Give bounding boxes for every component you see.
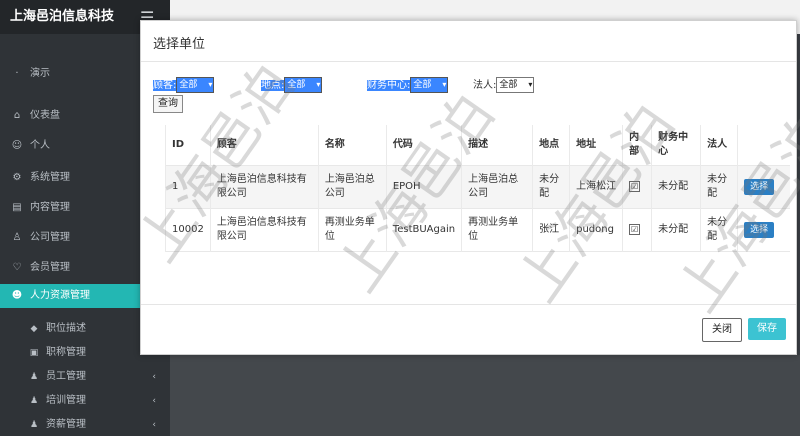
title-icon: ▣ (29, 348, 39, 358)
sidebar-subitem-employee[interactable]: ♟ 员工管理 ‹ (0, 366, 170, 388)
diamond-icon: ◆ (30, 324, 38, 334)
table-row: 1 上海邑泊信息科技有限公司 上海邑泊总公司 EPOH 上海邑泊总公司 未分配 … (165, 165, 791, 209)
chevron-left-icon: ‹ (152, 420, 156, 430)
col-legal: 法人 (700, 125, 738, 166)
salary-icon: ♟ (29, 420, 39, 430)
legal-select[interactable]: 全部 ▾ (496, 77, 535, 93)
cell-name: 再测业务单位 (317, 208, 387, 252)
table-row: 10002 上海邑泊信息科技有限公司 再测业务单位 TestBUAgain 再测… (165, 208, 791, 252)
gear-icon: ⚙ (12, 172, 22, 183)
customer-filter-label: 顾客: (153, 80, 177, 91)
cell-legal: 未分配 (700, 208, 738, 252)
col-customer: 顾客 (209, 125, 319, 166)
employee-icon: ♟ (29, 372, 39, 382)
query-button[interactable]: 查询 (153, 95, 183, 113)
choose-button[interactable]: 选择 (744, 179, 775, 195)
home-icon: ⌂ (13, 110, 21, 121)
choose-button[interactable]: 选择 (744, 222, 775, 238)
col-id: ID (165, 125, 211, 166)
legal-filter: 法人: 全部 ▾ (473, 76, 535, 93)
location-filter-label: 地点: (261, 80, 285, 91)
col-location: 地点 (532, 125, 570, 166)
internal-checkbox[interactable]: ☑ (629, 181, 641, 192)
content-backdrop (170, 355, 800, 436)
sidebar-subitem-training[interactable]: ♟ 培训管理 ‹ (0, 390, 170, 412)
col-finance: 财务中心 (651, 125, 701, 166)
cell-code: EPOH (385, 165, 462, 209)
col-internal: 内部 (622, 125, 652, 166)
cell-desc: 上海邑泊总公司 (461, 165, 533, 209)
chevron-down-icon: ▾ (442, 80, 447, 89)
doc-icon: ▤ (12, 202, 22, 213)
sidebar-subitem-salary[interactable]: ♟ 资薪管理 ‹ (0, 414, 170, 436)
dot-icon: · (15, 68, 19, 79)
chevron-left-icon: ‹ (152, 372, 156, 382)
col-desc: 描述 (461, 125, 533, 166)
finance-filter: 财务中心: 全部 ▾ (367, 76, 449, 93)
cell-customer: 上海邑泊信息科技有限公司 (209, 165, 319, 209)
cell-customer: 上海邑泊信息科技有限公司 (209, 208, 319, 252)
cell-finance: 未分配 (651, 208, 701, 252)
cell-address: pudong (569, 208, 623, 252)
cell-name: 上海邑泊总公司 (317, 165, 387, 209)
cell-location: 未分配 (532, 165, 570, 209)
legal-filter-label: 法人: (473, 80, 497, 91)
finance-filter-label: 财务中心: (367, 80, 411, 91)
finance-select[interactable]: 全部 ▾ (410, 77, 449, 93)
cell-action: 选择 (737, 165, 791, 209)
col-action (737, 125, 791, 166)
chevron-left-icon: ‹ (152, 396, 156, 406)
modal-title: 选择单位 (153, 37, 206, 52)
training-icon: ♟ (29, 396, 39, 406)
people-icon: ☻ (11, 290, 23, 301)
member-icon: ♡ (12, 262, 22, 273)
customer-filter: 顾客: 全部 ▾ (153, 76, 215, 93)
cell-finance: 未分配 (651, 165, 701, 209)
save-button[interactable]: 保存 (748, 318, 786, 340)
cell-internal: ☑ (622, 165, 652, 209)
select-unit-modal: 选择单位 顾客: 全部 ▾ 地点: 全部 ▾ 财务中心: 全部 ▾ 法人: 全部 ▾ 查询 ID… (140, 20, 797, 355)
table-header-row: ID 顾客 名称 代码 描述 地点 地址 内部 财务中心 法人 (165, 125, 791, 166)
col-address: 地址 (569, 125, 623, 166)
internal-checkbox[interactable]: ☑ (629, 224, 641, 235)
cell-address: 上海松江 (569, 165, 623, 209)
cell-code: TestBUAgain (385, 208, 462, 252)
user-icon: ☺ (11, 140, 23, 151)
cell-action: 选择 (737, 208, 791, 252)
cell-id: 1 (165, 165, 211, 209)
close-button[interactable]: 关闭 (702, 318, 742, 342)
divider (141, 304, 796, 305)
chevron-down-icon: ▾ (528, 80, 533, 89)
org-icon: ♙ (12, 232, 22, 243)
col-name: 名称 (317, 125, 387, 166)
divider (141, 61, 796, 62)
cell-location: 张江 (532, 208, 570, 252)
customer-select[interactable]: 全部 ▾ (176, 77, 215, 93)
chevron-down-icon: ▾ (316, 80, 321, 89)
cell-internal: ☑ (622, 208, 652, 252)
chevron-down-icon: ▾ (208, 80, 213, 89)
col-code: 代码 (385, 125, 462, 166)
cell-desc: 再测业务单位 (461, 208, 533, 252)
location-select[interactable]: 全部 ▾ (284, 77, 323, 93)
location-filter: 地点: 全部 ▾ (261, 76, 323, 93)
cell-legal: 未分配 (700, 165, 738, 209)
cell-id: 10002 (165, 208, 211, 252)
unit-table: ID 顾客 名称 代码 描述 地点 地址 内部 财务中心 法人 1 上海邑泊信息… (165, 125, 791, 252)
